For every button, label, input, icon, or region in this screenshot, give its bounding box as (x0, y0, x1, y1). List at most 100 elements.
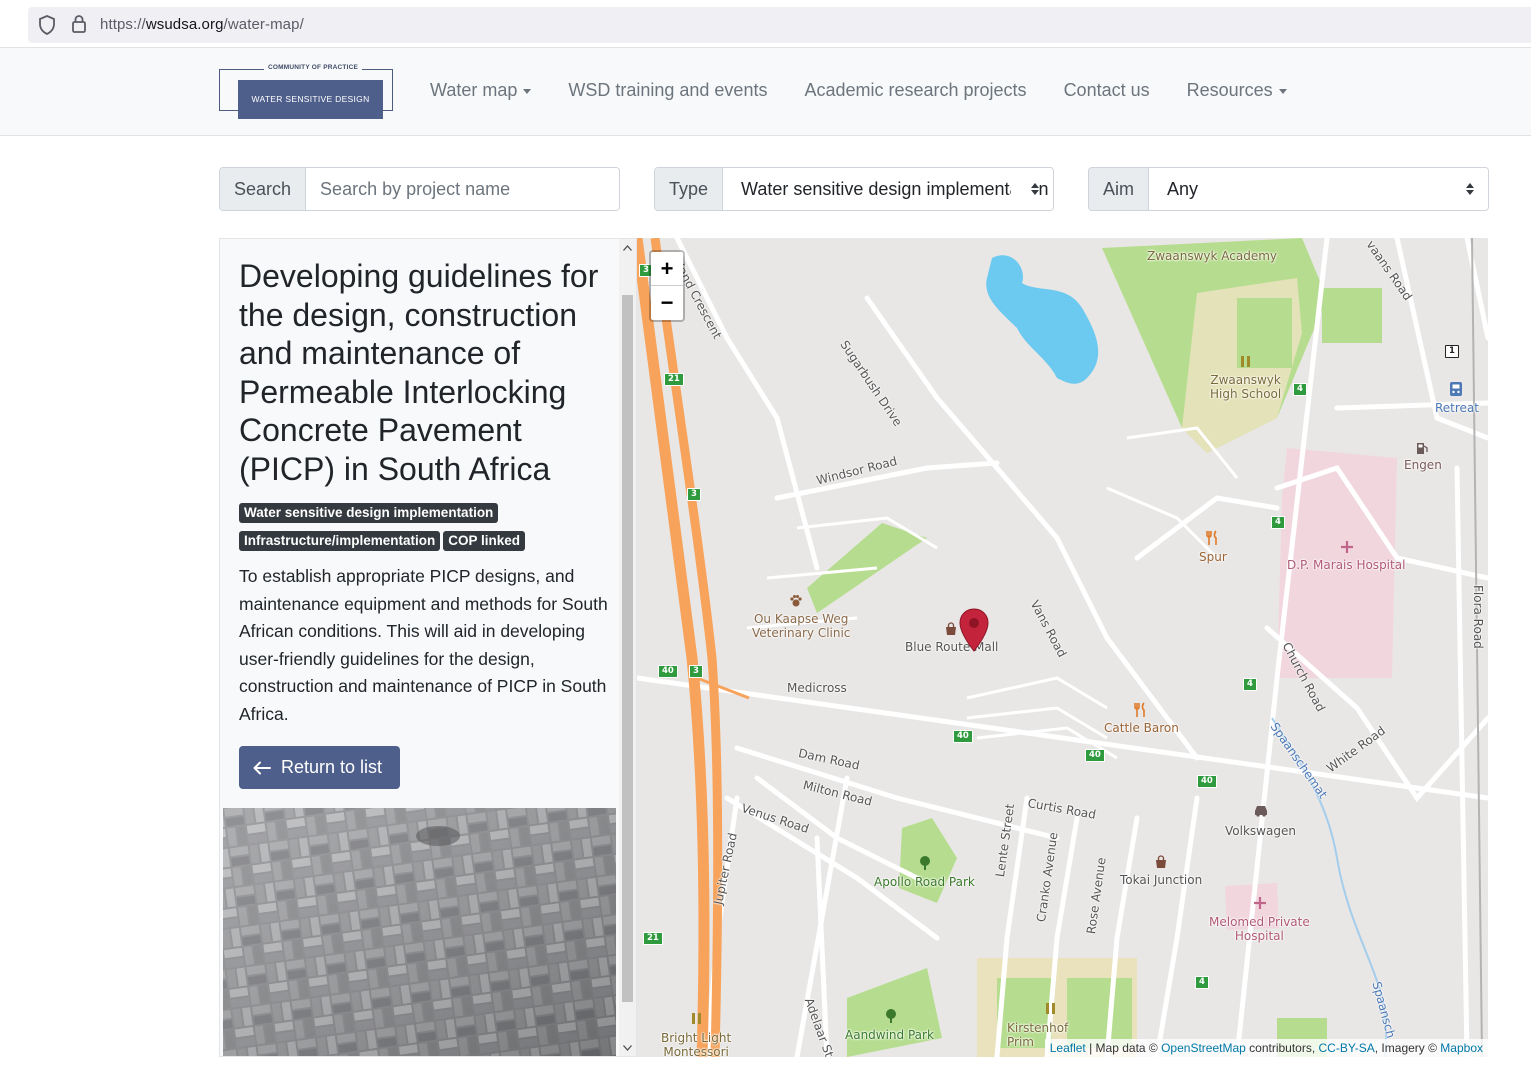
car-dealer-icon (1255, 806, 1267, 817)
project-detail-panel: Developing guidelines for the design, co… (219, 238, 637, 1057)
search-label: Search (220, 168, 307, 210)
zoom-control: + − (649, 250, 685, 322)
type-filter: Type Water sensitive design implementati… (654, 167, 1054, 211)
url-text[interactable]: https://wsudsa.org/water-map/ (100, 16, 304, 33)
scroll-down-icon[interactable] (623, 1045, 632, 1051)
type-select-value: Water sensitive design implementation (741, 179, 1049, 199)
nav-water-map[interactable]: Water map (430, 80, 532, 101)
route-shield: 3 (687, 488, 701, 501)
map-label: Volkswagen (1225, 824, 1296, 838)
nav-wsd-training[interactable]: WSD training and events (568, 80, 767, 101)
nav-contact-us[interactable]: Contact us (1064, 80, 1150, 101)
site-navbar: COMMUNITY OF PRACTICE WATER SENSITIVE DE… (0, 48, 1531, 136)
route-shield: 21 (664, 373, 684, 386)
nav-menu: Water map WSD training and events Academ… (430, 80, 1324, 101)
veterinary-icon (790, 595, 802, 607)
route-shield: 4 (1271, 516, 1285, 529)
shopping-icon (1156, 855, 1166, 868)
type-label: Type (655, 168, 724, 210)
park-icon (920, 856, 930, 870)
zoom-out-button[interactable]: − (651, 286, 683, 320)
map-label: Melomed Private Hospital (1209, 915, 1310, 943)
arrow-left-icon (253, 761, 271, 774)
park-icon (886, 1009, 896, 1023)
route-shield: 4 (1293, 383, 1307, 396)
logo-main-text: WATER SENSITIVE DESIGN (238, 80, 383, 119)
train-station-icon (1450, 382, 1462, 396)
zoom-in-button[interactable]: + (651, 252, 683, 286)
project-photo (223, 808, 616, 1056)
panel-scrollbar[interactable] (619, 239, 636, 1056)
project-title: Developing guidelines for the design, co… (239, 258, 599, 487)
school-icon (1241, 356, 1250, 367)
aim-filter: Aim Any (1088, 167, 1489, 211)
attribution-text: , Imagery © (1374, 1041, 1441, 1055)
map-label: Bright Light Montessori (661, 1031, 732, 1057)
nav-academic-research[interactable]: Academic research projects (804, 80, 1026, 101)
map-street-label: Flora Road (1471, 585, 1485, 649)
caret-down-icon (1278, 89, 1287, 94)
osm-link[interactable]: OpenStreetMap (1161, 1041, 1246, 1055)
route-shield: 40 (1085, 749, 1105, 762)
route-shield: 4 (1195, 976, 1209, 989)
type-select[interactable]: Water sensitive design implementation (723, 168, 1053, 210)
badge-type: Water sensitive design implementation (239, 503, 499, 523)
leaflet-link[interactable]: Leaflet (1050, 1041, 1086, 1055)
hospital-icon (1254, 897, 1266, 909)
route-shield: 4 (1243, 678, 1257, 691)
scrollbar-thumb[interactable] (622, 295, 633, 1002)
logo-top-text: COMMUNITY OF PRACTICE (264, 64, 363, 71)
map-label: Cattle Baron (1104, 721, 1179, 735)
route-shield: 21 (643, 932, 663, 945)
map-label: Ou Kaapse Weg Veterinary Clinic (752, 612, 851, 640)
map-label: Apollo Road Park (874, 875, 975, 889)
aim-label: Aim (1089, 168, 1149, 210)
select-arrows-icon (1031, 183, 1039, 195)
tracking-shield-icon[interactable] (38, 15, 56, 35)
badge-cop: COP linked (443, 531, 526, 551)
browser-url-bar: https://wsudsa.org/water-map/ (0, 0, 1531, 48)
scroll-up-icon[interactable] (623, 245, 632, 251)
return-to-list-label: Return to list (281, 757, 383, 777)
restaurant-icon (1134, 702, 1145, 717)
fuel-icon (1417, 443, 1428, 454)
shopping-icon (946, 622, 956, 635)
route-shield: 1 (1445, 345, 1459, 358)
return-to-list-button[interactable]: Return to list (239, 746, 400, 789)
license-link[interactable]: CC-BY-SA (1319, 1041, 1375, 1055)
attribution-text: | Map data © (1085, 1041, 1162, 1055)
mapbox-link[interactable]: Mapbox (1440, 1041, 1483, 1055)
map-attribution: Leaflet | Map data © OpenStreetMap contr… (1044, 1039, 1488, 1057)
hospital-icon (1341, 541, 1353, 553)
map-label: Zwaanswyk High School (1210, 373, 1282, 401)
lock-icon[interactable] (71, 14, 87, 34)
route-shield: 40 (1197, 775, 1217, 788)
map-label: Spur (1199, 550, 1227, 564)
project-location-marker[interactable] (959, 608, 989, 652)
map-label: D.P. Marais Hospital (1287, 558, 1406, 572)
route-shield: 40 (658, 665, 678, 678)
caret-down-icon (523, 89, 532, 94)
map-label: Medicross (787, 681, 847, 695)
project-map[interactable]: 3 21 3 40 3 40 40 40 4 4 4 4 21 1 Zwaans… (637, 238, 1488, 1057)
map-label: Zwaanswyk Academy (1147, 249, 1278, 263)
route-shield: 40 (953, 730, 973, 743)
attribution-text: contributors, (1245, 1041, 1319, 1055)
select-arrows-icon (1466, 183, 1474, 195)
restaurant-icon (1206, 530, 1217, 545)
map-label: Engen (1404, 458, 1442, 472)
map-label: Retreat (1435, 401, 1479, 415)
school-icon (692, 1013, 701, 1024)
search-filter: Search Search by project name (219, 167, 620, 211)
site-logo[interactable]: COMMUNITY OF PRACTICE WATER SENSITIVE DE… (219, 64, 393, 121)
school-icon (1046, 1003, 1055, 1014)
aim-select[interactable]: Any (1149, 168, 1488, 210)
search-input[interactable]: Search by project name (306, 168, 619, 210)
badge-aim: Infrastructure/implementation (239, 531, 441, 551)
nav-resources[interactable]: Resources (1187, 80, 1287, 101)
project-badges: Water sensitive design implementation In… (239, 503, 611, 559)
map-label: Aandwind Park (845, 1028, 934, 1042)
project-description: To establish appropriate PICP designs, a… (239, 566, 608, 724)
route-shield: 3 (689, 665, 703, 678)
map-label: Tokai Junction (1120, 873, 1203, 887)
